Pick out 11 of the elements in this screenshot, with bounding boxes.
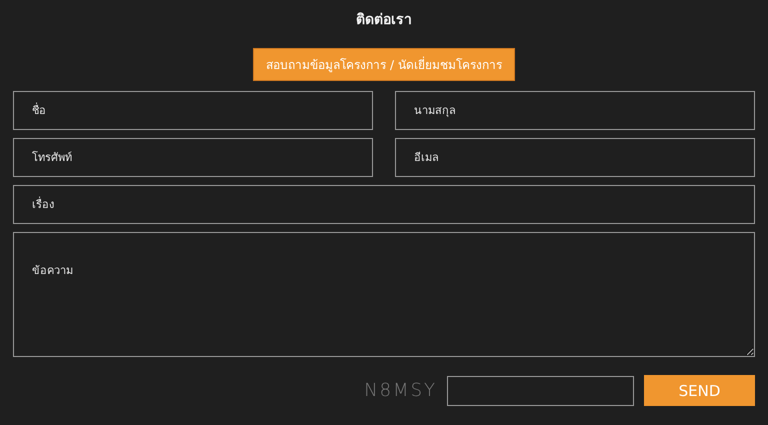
page-title: ติดต่อเรา xyxy=(355,11,413,30)
input-field[interactable]: โทรศัพท์ xyxy=(13,138,373,177)
send-button[interactable]: SEND xyxy=(644,375,755,406)
message-field[interactable]: ข้อความ xyxy=(13,232,755,357)
input-field[interactable]: เรื่อง xyxy=(13,185,755,224)
input-field[interactable]: อีเมล xyxy=(395,138,755,177)
input-field[interactable]: ชื่อ xyxy=(13,91,373,130)
captcha-field[interactable] xyxy=(447,376,634,406)
captcha-code: N8MSY xyxy=(364,380,437,401)
input-field[interactable]: นามสกุล xyxy=(395,91,755,130)
tab[interactable]: สอบถามข้อมูลโครงการ / นัดเยี่ยมชมโครงการ xyxy=(253,48,515,81)
